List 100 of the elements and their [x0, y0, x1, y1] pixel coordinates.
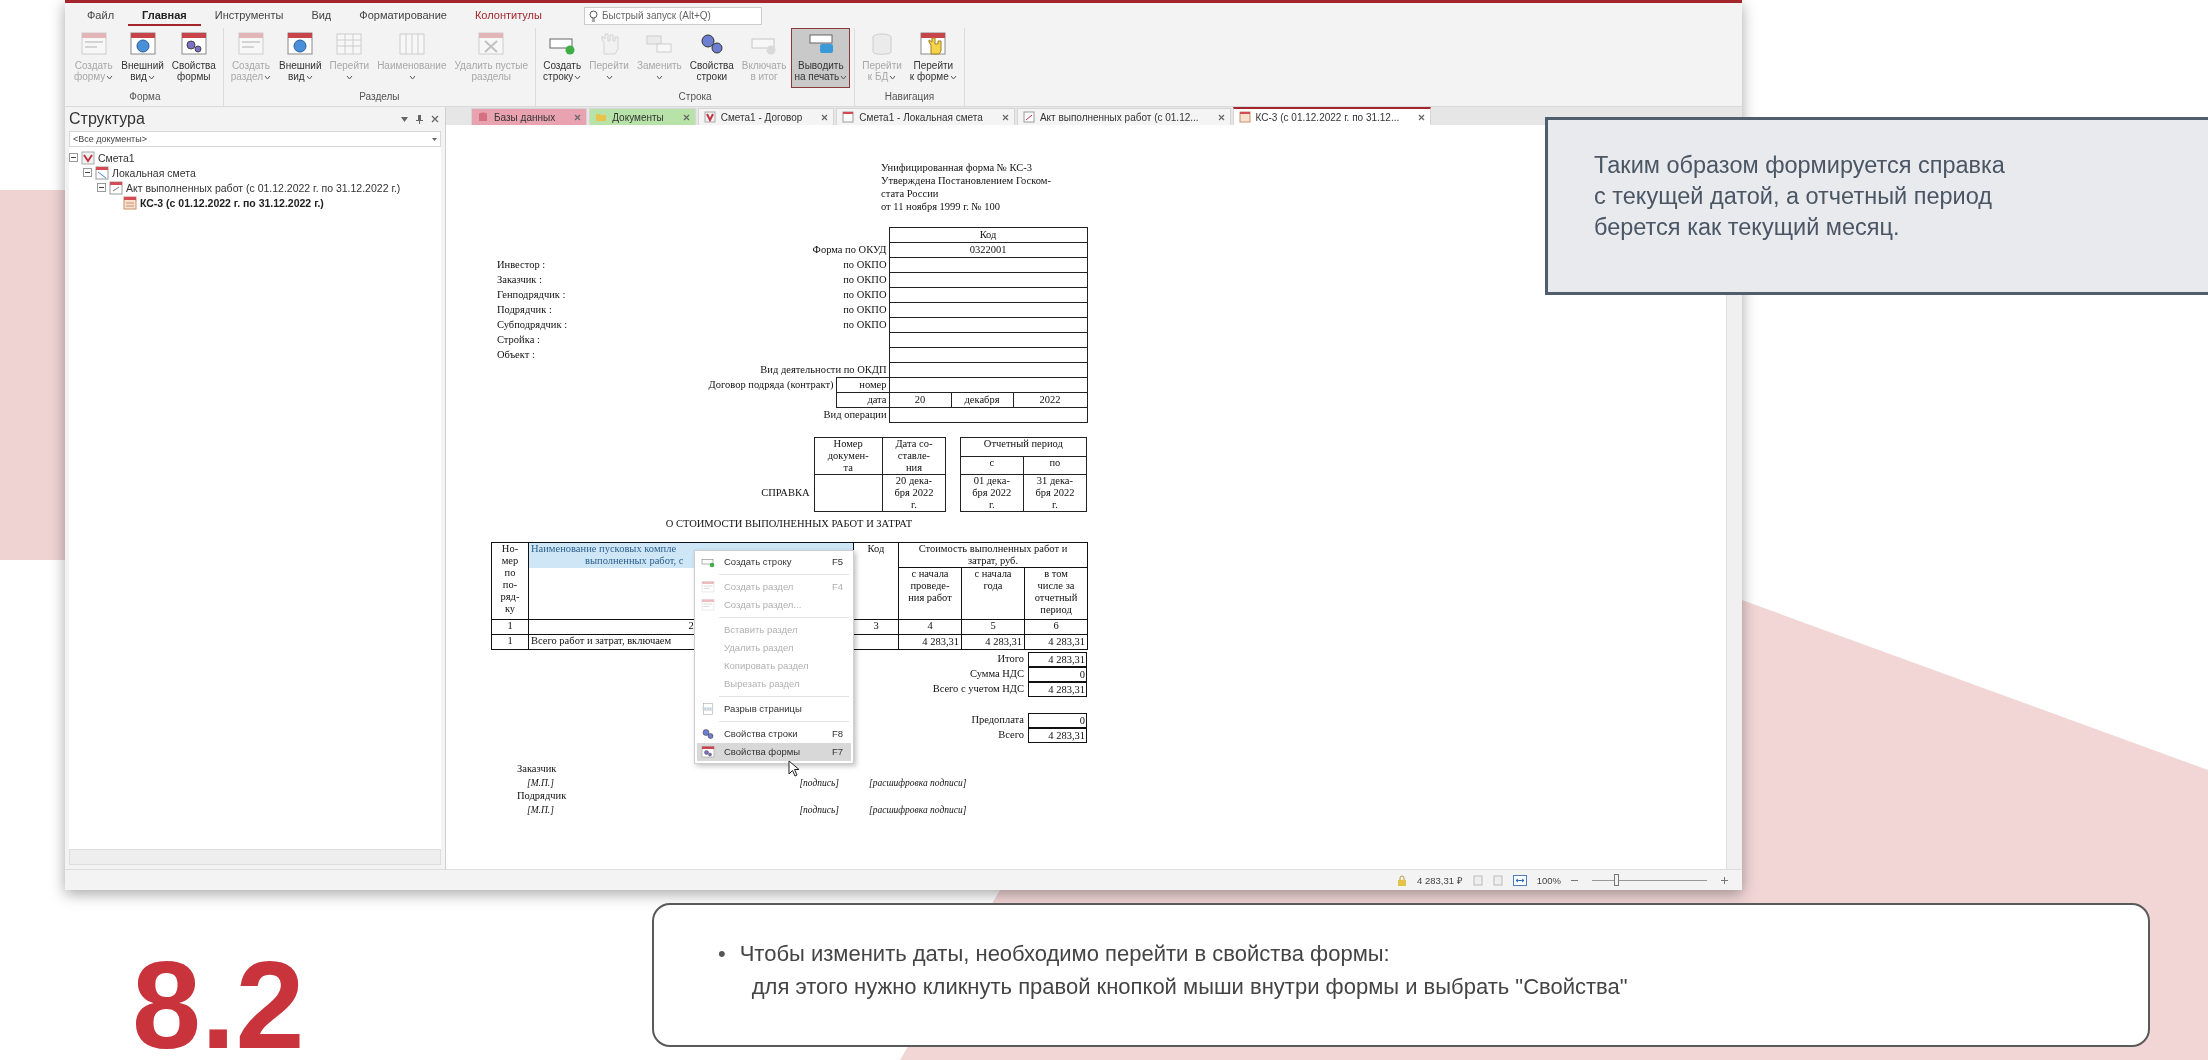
- stamp-label: [М.П.]: [526, 776, 555, 789]
- table-cell: 4 283,31: [898, 634, 962, 650]
- signature-label: [подпись]: [798, 803, 840, 816]
- table-header: Отчетный период: [960, 437, 1087, 456]
- document-tab[interactable]: Смета1 - Локальная смета: [836, 108, 1015, 125]
- table-cell: 4 283,31: [1024, 634, 1088, 650]
- close-icon: [574, 113, 582, 121]
- table-cell: 01 дека- бря 2022 г.: [960, 474, 1024, 512]
- expander-icon[interactable]: [83, 168, 92, 177]
- table-header: Дата со- ставле- ния: [882, 437, 946, 475]
- group-label: Строка: [677, 91, 713, 104]
- menu-item[interactable]: Создать строку F5: [697, 553, 851, 571]
- table-cell: 4 283,31: [1028, 682, 1087, 697]
- table-cell: 0322001: [889, 242, 1088, 258]
- menu-item[interactable]: Свойства строки F8: [697, 725, 851, 743]
- ribbon-button[interactable]: Внешний вид: [276, 28, 325, 88]
- bullet-mark: •: [718, 940, 726, 968]
- form-label: Заказчик :: [496, 273, 543, 287]
- delete-form-icon: [477, 31, 506, 57]
- stamp-label: [М.П.]: [526, 803, 555, 816]
- dropdown-arrow-icon: [401, 116, 408, 122]
- table-cell: 4 283,31: [961, 634, 1025, 650]
- document-tab[interactable]: Базы данных: [471, 108, 588, 125]
- table-cell: 4 283,31: [1028, 728, 1087, 743]
- form-label: Договор подряда (контракт): [491, 377, 836, 393]
- form-label: дата: [836, 392, 889, 408]
- act-icon: [109, 180, 123, 195]
- form-icon: [236, 31, 265, 57]
- menu-item[interactable]: Разрыв страницы: [697, 700, 851, 718]
- ribbon-button[interactable]: Выводить на печать: [791, 28, 851, 88]
- form-label: Стройка :: [496, 333, 541, 347]
- signatory-label: Заказчик: [516, 763, 558, 776]
- table-cell: 20: [889, 392, 951, 408]
- form-label: по ОКПО: [691, 272, 889, 288]
- close-icon: [821, 113, 829, 121]
- table-cell: 4: [898, 619, 962, 635]
- document-tab[interactable]: Акт выполненных работ (с 01.12...: [1016, 108, 1231, 125]
- document-tab[interactable]: Документы: [589, 108, 696, 125]
- table-cell: декабря: [951, 392, 1013, 408]
- tree-item[interactable]: КС-3 (с 01.12.2022 г. по 31.12.2022 г.): [140, 196, 324, 209]
- search-field[interactable]: Быстрый запуск (Alt+Q): [583, 6, 762, 25]
- close-icon: [1217, 113, 1225, 121]
- close-icon: [1418, 113, 1426, 121]
- slider-thumb[interactable]: [1614, 874, 1619, 886]
- estimate-sheet-icon: [842, 111, 855, 123]
- table-header: с начала года: [961, 567, 1025, 620]
- ribbon-tab[interactable]: Инструменты: [200, 5, 298, 26]
- table-header: с: [960, 456, 1024, 475]
- signature-decoding-label: [расшифровка подписи]: [869, 803, 968, 816]
- signatory-label: Подрядчик: [516, 790, 568, 803]
- ribbon-tab[interactable]: Колонтитулы: [460, 5, 556, 26]
- table-header: Но- мер по по- ряд- ку: [499, 543, 521, 615]
- tree-item[interactable]: Смета1: [98, 151, 135, 164]
- tree-item[interactable]: Акт выполненных работ (с 01.12.2022 г. по 31.12.2022 г.): [126, 181, 401, 194]
- table-header: Номер докумен- та: [814, 437, 883, 475]
- ribbon-button[interactable]: Свойства формы: [168, 28, 219, 88]
- form-header-text: Унифицированная форма № КС-3 Утверждена Постановлением Госком- стата России от 11 ноября 1999 г. № 100: [881, 161, 1052, 213]
- form-label: по ОКПО: [691, 287, 889, 303]
- hand-form-icon: [919, 31, 948, 57]
- menu-item[interactable]: Свойства формы F7: [697, 743, 851, 761]
- horizontal-scrollbar[interactable]: [69, 849, 441, 865]
- ribbon-button[interactable]: Внешний вид: [118, 28, 167, 88]
- close-icon: [431, 115, 439, 123]
- form-icon: [701, 580, 715, 594]
- table-header: в том числе за отчетный период: [1024, 567, 1088, 620]
- form-label: СПРАВКА: [491, 474, 814, 512]
- form-icon: [701, 598, 715, 612]
- filter-dropdown[interactable]: <Все документы>: [69, 131, 441, 147]
- table-header: по: [1023, 456, 1087, 475]
- estimate-sheet-icon: [95, 165, 109, 180]
- zoom-in-icon: [1721, 876, 1728, 884]
- document-tab[interactable]: КС-3 (с 01.12.2022 г. по 31.12...: [1232, 107, 1432, 125]
- table-header: Код: [889, 227, 1088, 243]
- table-cell: 31 дека- бря 2022 г.: [1023, 474, 1087, 512]
- ribbon-tab[interactable]: Главная: [128, 5, 201, 26]
- estimate-icon: [703, 111, 716, 123]
- expander-icon[interactable]: [97, 183, 106, 192]
- globe-form-icon: [128, 31, 157, 57]
- columns-icon: [397, 31, 426, 57]
- form-icon: [1238, 111, 1251, 123]
- ribbon-tab[interactable]: Форматирование: [345, 5, 461, 26]
- ribbon-button[interactable]: Создать строку: [540, 28, 585, 88]
- gears-icon: [701, 727, 715, 741]
- expander-icon[interactable]: [69, 153, 78, 162]
- form-label: Подрядчик :: [496, 303, 553, 317]
- ribbon-tab[interactable]: Вид: [297, 5, 346, 26]
- ribbon-tab[interactable]: Файл: [73, 5, 129, 26]
- tree-item[interactable]: Локальная смета: [112, 166, 196, 179]
- form-title: О СТОИМОСТИ ВЫПОЛНЕННЫХ РАБОТ И ЗАТРАТ: [664, 518, 914, 531]
- folder-icon: [595, 111, 608, 123]
- gears-form-icon: [179, 31, 208, 57]
- ribbon-button[interactable]: Свойства строки: [686, 28, 737, 88]
- table-cell: 1: [491, 634, 529, 650]
- form-icon: [79, 31, 108, 57]
- ribbon-button[interactable]: Перейти к форме: [906, 28, 960, 88]
- group-label: Навигация: [883, 91, 936, 104]
- table-cell: 0: [1028, 667, 1087, 682]
- document-tab[interactable]: Смета1 - Договор: [697, 108, 835, 125]
- form-label: Итого: [997, 653, 1024, 666]
- globe-form-icon: [286, 31, 315, 57]
